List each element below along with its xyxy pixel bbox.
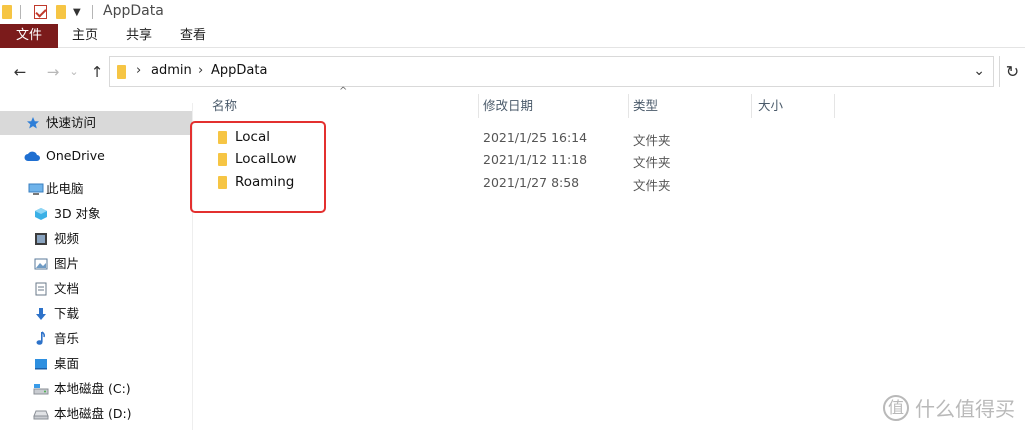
desktop-icon [35, 359, 47, 370]
annotation-highlight-box [190, 121, 326, 213]
sidebar-item-pictures[interactable]: 图片 [0, 252, 192, 276]
file-type: 文件夹 [633, 133, 671, 148]
sidebar-item-videos[interactable]: 视频 [0, 227, 192, 251]
tab-share[interactable]: 共享 [118, 24, 160, 48]
up-button[interactable]: ↑ [87, 55, 107, 89]
cloud-icon [24, 151, 40, 161]
sidebar-item-quick-access[interactable]: 快速访问 [0, 111, 192, 135]
tab-file[interactable]: 文件 [0, 24, 58, 48]
folder-icon [117, 65, 126, 79]
download-icon [36, 308, 46, 320]
recent-locations-dropdown[interactable]: ⌄ [64, 55, 84, 89]
sidebar-item-label: 快速访问 [46, 115, 97, 130]
sidebar-item-label: 音乐 [54, 331, 80, 346]
column-divider[interactable] [628, 94, 629, 118]
sidebar-item-drive-d[interactable]: 本地磁盘 (D:) [0, 402, 192, 426]
picture-icon [34, 258, 48, 270]
document-icon [35, 282, 47, 296]
column-header-type[interactable]: 类型 [633, 92, 658, 120]
column-header-size[interactable]: 大小 [758, 92, 783, 120]
new-folder-icon[interactable] [56, 5, 66, 19]
sidebar-item-label: 此电脑 [46, 181, 84, 196]
sidebar-item-music[interactable]: 音乐 [0, 327, 192, 351]
tab-home[interactable]: 主页 [64, 24, 106, 48]
divider [20, 5, 21, 19]
column-header-modified[interactable]: 修改日期 [483, 92, 533, 120]
file-modified: 2021/1/25 16:14 [483, 130, 588, 145]
chevron-right-icon[interactable]: › [136, 63, 141, 78]
drive-icon [33, 410, 49, 420]
watermark-text: 什么值得买 [915, 397, 1015, 421]
file-modified: 2021/1/27 8:58 [483, 175, 580, 190]
quick-access-dropdown-icon[interactable]: ▼ [73, 7, 81, 18]
sort-ascending-icon: ^ [339, 86, 348, 97]
file-type: 文件夹 [633, 155, 671, 170]
column-divider[interactable] [751, 94, 752, 118]
column-divider[interactable] [834, 94, 835, 118]
drive-icon [33, 384, 49, 395]
sidebar-item-desktop[interactable]: 桌面 [0, 352, 192, 376]
tab-view[interactable]: 查看 [172, 24, 214, 48]
window-title: AppData [103, 3, 164, 19]
sidebar-item-label: 本地磁盘 (D:) [54, 406, 132, 421]
sidebar-item-documents[interactable]: 文档 [0, 277, 192, 301]
breadcrumb-appdata[interactable]: AppData [211, 63, 267, 78]
sidebar-item-label: 3D 对象 [54, 206, 101, 221]
sidebar-item-label: 视频 [54, 231, 80, 246]
watermark-logo: 值 [883, 394, 909, 421]
address-bar[interactable]: › admin › AppData ⌄ [109, 56, 994, 87]
sidebar-item-label: 本地磁盘 (C:) [54, 381, 131, 396]
navigation-pane: 快速访问 OneDrive 此电脑 3D 对象 视频 图片 文档 下载 音乐 桌… [0, 103, 193, 430]
sidebar-item-drive-c[interactable]: 本地磁盘 (C:) [0, 377, 192, 401]
sidebar-item-label: 桌面 [54, 356, 80, 371]
sidebar-item-onedrive[interactable]: OneDrive [0, 144, 192, 168]
refresh-button[interactable]: ↻ [999, 56, 1025, 87]
file-modified: 2021/1/12 11:18 [483, 152, 588, 167]
column-divider[interactable] [478, 94, 479, 118]
sidebar-item-3d-objects[interactable]: 3D 对象 [0, 202, 192, 226]
sidebar-item-label: 文档 [54, 281, 80, 296]
ribbon-tabs: 文件 主页 共享 查看 [0, 24, 1025, 48]
chevron-down-icon[interactable]: ⌄ [973, 63, 985, 79]
cube-icon [35, 208, 47, 220]
title-bar: ▼ AppData [0, 0, 1025, 24]
forward-button[interactable]: → [43, 55, 63, 89]
folder-icon [2, 5, 12, 19]
video-icon [35, 233, 47, 245]
sidebar-item-downloads[interactable]: 下载 [0, 302, 192, 326]
column-headers: ^ 名称 修改日期 类型 大小 [194, 86, 1025, 120]
sidebar-item-label: 下载 [54, 306, 80, 321]
back-button[interactable]: ← [10, 55, 30, 89]
star-icon [27, 117, 39, 129]
properties-check-icon[interactable] [34, 5, 47, 19]
chevron-right-icon[interactable]: › [198, 63, 203, 78]
sidebar-item-label: OneDrive [46, 148, 105, 163]
breadcrumb-admin[interactable]: admin [151, 63, 192, 78]
computer-icon [28, 183, 44, 195]
watermark: 值 什么值得买 [883, 393, 1015, 422]
navigation-bar: ← → ⌄ ↑ › admin › AppData ⌄ ↻ [0, 55, 1025, 89]
divider [92, 5, 93, 19]
sidebar-item-label: 图片 [54, 256, 80, 271]
file-type: 文件夹 [633, 178, 671, 193]
music-icon [36, 331, 45, 345]
column-header-name[interactable]: 名称 [212, 92, 237, 120]
sidebar-item-this-pc[interactable]: 此电脑 [0, 177, 192, 201]
